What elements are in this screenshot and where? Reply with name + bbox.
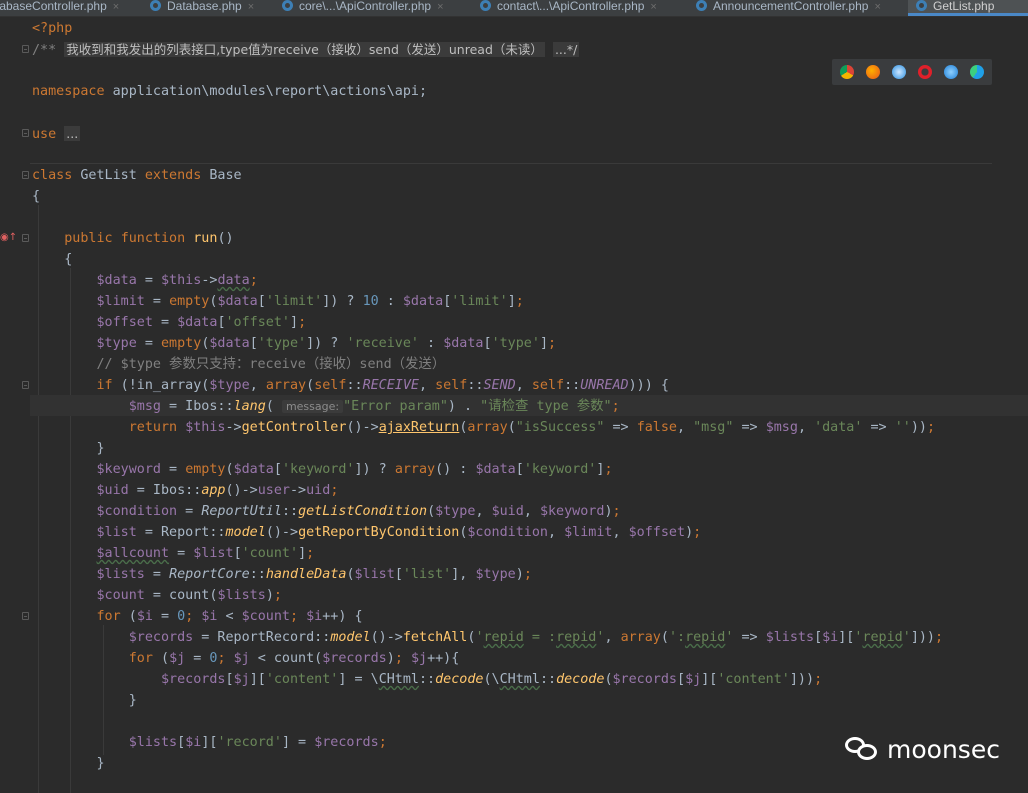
- base-class-name: Base: [209, 168, 242, 183]
- safari-icon[interactable]: [892, 65, 906, 79]
- code-line[interactable]: $type = empty($data['type']) ? 'receive'…: [32, 333, 557, 354]
- php-open-tag: <?php: [32, 21, 73, 36]
- firefox-icon[interactable]: [866, 65, 880, 79]
- php-file-icon: [282, 0, 293, 11]
- edge-icon[interactable]: [970, 65, 984, 79]
- close-icon[interactable]: ×: [248, 1, 254, 13]
- function-name: run: [193, 231, 218, 246]
- code-line[interactable]: $msg = Ibos::lang( message: "Error param"…: [32, 396, 620, 417]
- code-line[interactable]: }: [32, 438, 104, 459]
- code-line[interactable]: public function run(): [32, 228, 234, 249]
- public-keyword: public: [64, 231, 113, 246]
- class-keyword: class: [32, 168, 73, 183]
- close-icon[interactable]: ×: [650, 1, 656, 13]
- tab-label: tabaseController.php: [0, 0, 107, 13]
- code-line[interactable]: return $this->getController()->ajaxRetur…: [32, 417, 935, 438]
- code-line[interactable]: }: [32, 690, 137, 711]
- code-line[interactable]: {: [32, 249, 72, 270]
- code-line[interactable]: $keyword = empty($data['keyword']) ? arr…: [32, 459, 613, 480]
- wechat-icon: [845, 735, 879, 763]
- tab-database[interactable]: Database.php ×: [150, 0, 274, 16]
- code-line[interactable]: $data = $this->data;: [32, 270, 258, 291]
- fold-toggle-icon[interactable]: [22, 234, 29, 242]
- doc-comment-text[interactable]: 我收到和我发出的列表接口,type值为receive（接收）send（发送）un…: [64, 42, 545, 57]
- editor-tab-bar: tabaseController.php × Database.php × core…: [0, 0, 1028, 17]
- chrome-icon[interactable]: [840, 65, 854, 79]
- code-line[interactable]: $list = Report::model()->getReportByCond…: [32, 522, 702, 543]
- tab-core-api-controller[interactable]: core\...\ApiController.php ×: [282, 0, 472, 16]
- php-file-icon: [696, 0, 707, 11]
- method-separator: [30, 163, 992, 164]
- code-line[interactable]: $records = ReportRecord::model()->fetchA…: [32, 627, 943, 648]
- inline-comment: // $type 参数只支持：receive（接收）send（发送）: [96, 357, 446, 372]
- tab-getlist[interactable]: GetList.php: [908, 0, 1028, 16]
- class-name: GetList: [80, 168, 137, 183]
- tab-announcement-controller[interactable]: AnnouncementController.php ×: [696, 0, 906, 16]
- namespace-keyword: namespace: [32, 84, 105, 99]
- code-line[interactable]: $lists[$i]['record'] = $records;: [32, 732, 387, 753]
- fold-toggle-icon[interactable]: [22, 381, 29, 389]
- code-line[interactable]: <?php: [32, 18, 72, 39]
- tab-label: core\...\ApiController.php: [299, 0, 432, 13]
- code-line[interactable]: for ($i = 0; $i < $count; $i++) {: [32, 606, 363, 627]
- override-method-icon[interactable]: ◉↑: [0, 232, 17, 243]
- tab-contact-api-controller[interactable]: contact\...\ApiController.php ×: [480, 0, 688, 16]
- extends-keyword: extends: [144, 168, 202, 183]
- parameter-hint: message:: [281, 400, 344, 413]
- code-line[interactable]: $uid = Ibos::app()->user->uid;: [32, 480, 339, 501]
- code-line[interactable]: $count = count($lists);: [32, 585, 282, 606]
- close-icon[interactable]: ×: [113, 1, 119, 13]
- code-line[interactable]: namespace application\modules\report\act…: [32, 81, 427, 102]
- browser-preview-bar: [832, 59, 992, 85]
- fold-toggle-icon[interactable]: [22, 45, 29, 53]
- function-keyword: function: [120, 231, 186, 246]
- code-line[interactable]: // $type 参数只支持：receive（接收）send（发送）: [32, 354, 446, 375]
- php-file-icon: [916, 0, 927, 11]
- code-line[interactable]: class GetList extends Base: [32, 165, 242, 186]
- use-keyword: use: [32, 127, 57, 142]
- namespace-path: application\modules\report\actions\api;: [112, 84, 428, 99]
- use-fold[interactable]: ...: [64, 126, 81, 141]
- brace: {: [64, 252, 73, 267]
- watermark: moonsec: [845, 732, 1000, 766]
- code-line[interactable]: $allcount = $list['count'];: [32, 543, 315, 564]
- fold-toggle-icon[interactable]: [22, 612, 29, 620]
- php-file-icon: [150, 0, 161, 11]
- code-line[interactable]: for ($j = 0; $j < count($records); $j++)…: [32, 648, 460, 669]
- ie-icon[interactable]: [944, 65, 958, 79]
- tab-label: contact\...\ApiController.php: [497, 0, 645, 13]
- function-parens: (): [217, 231, 234, 246]
- tab-database-controller[interactable]: tabaseController.php ×: [0, 0, 140, 16]
- code-line[interactable]: $limit = empty($data['limit']) ? 10 : $d…: [32, 291, 524, 312]
- opera-icon[interactable]: [918, 65, 932, 79]
- code-line[interactable]: }: [32, 753, 104, 774]
- code-line[interactable]: /** 我收到和我发出的列表接口,type值为receive（接收）send（发…: [32, 39, 580, 60]
- code-line[interactable]: $condition = ReportUtil::getListConditio…: [32, 501, 621, 522]
- close-icon[interactable]: ×: [874, 1, 880, 13]
- code-line[interactable]: use ...: [32, 123, 81, 144]
- doc-comment-fold[interactable]: ...*/: [552, 42, 580, 57]
- watermark-text: moonsec: [887, 734, 1000, 764]
- code-line[interactable]: $records[$j]['content'] = \CHtml::decode…: [32, 669, 822, 690]
- code-line[interactable]: $lists = ReportCore::handleData($list['l…: [32, 564, 532, 585]
- code-line[interactable]: if (!in_array($type, array(self::RECEIVE…: [32, 375, 669, 396]
- code-line[interactable]: {: [32, 186, 40, 207]
- code-line[interactable]: $offset = $data['offset'];: [32, 312, 307, 333]
- brace: {: [32, 189, 41, 204]
- doc-comment-start: /**: [32, 43, 57, 58]
- tab-label: Database.php: [167, 0, 242, 13]
- fold-toggle-icon[interactable]: [22, 171, 29, 179]
- php-file-icon: [480, 0, 491, 11]
- tab-label: AnnouncementController.php: [713, 0, 869, 13]
- fold-toggle-icon[interactable]: [22, 129, 29, 137]
- close-icon[interactable]: ×: [437, 1, 443, 13]
- tab-label: GetList.php: [933, 0, 995, 13]
